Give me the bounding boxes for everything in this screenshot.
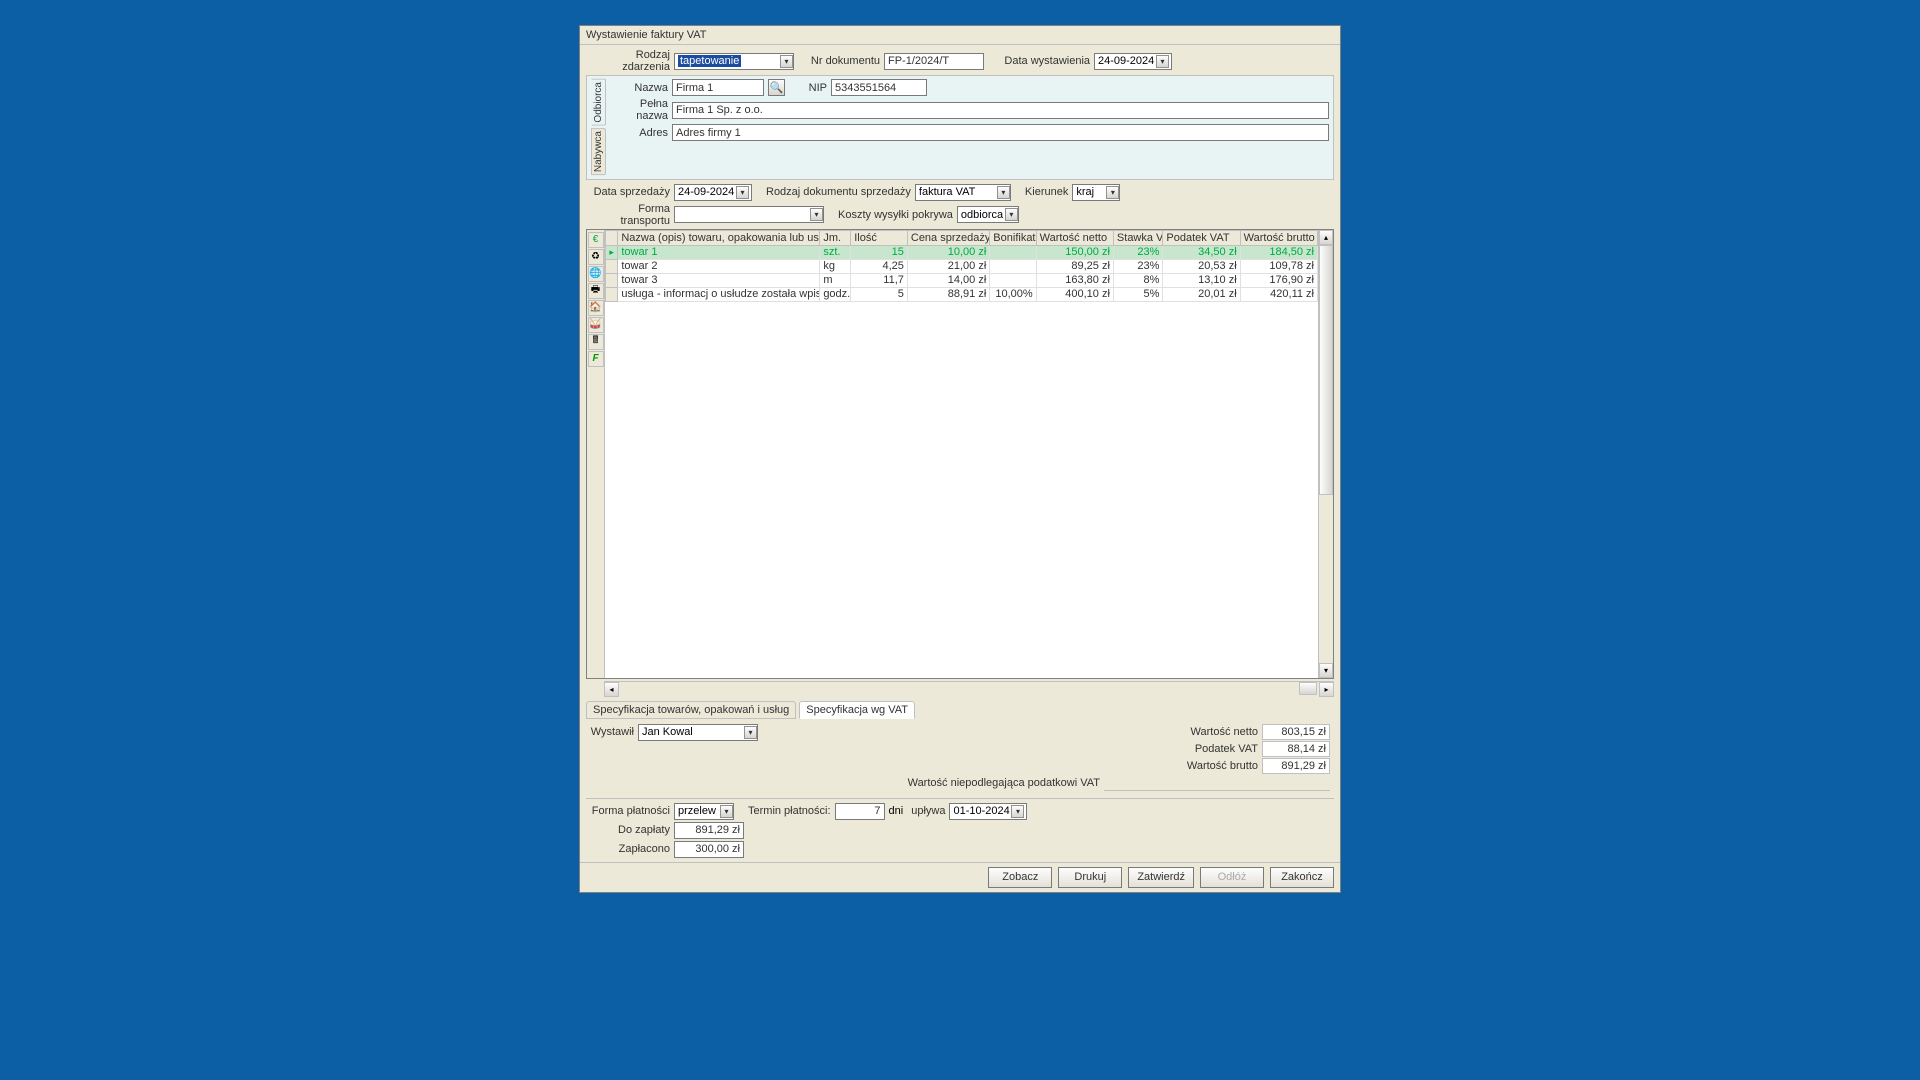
name-label: Nazwa (610, 82, 668, 94)
chevron-down-icon[interactable] (780, 55, 793, 68)
drum-icon[interactable]: 🥁 (588, 317, 604, 333)
issue-date-label: Data wystawienia (988, 55, 1090, 67)
print-icon[interactable]: 🖶 (588, 283, 604, 299)
tab-spec-vat[interactable]: Specyfikacja wg VAT (799, 701, 915, 719)
chevron-down-icon[interactable] (744, 726, 757, 739)
totals-panel: Wystawił Jan Kowal Wartość netto 803,15 z… (586, 721, 1334, 794)
items-grid: € ♻ 🌐 🖶 🏠 🥁 🖩 F Naz (586, 229, 1334, 679)
addr-label: Adres (610, 127, 668, 139)
direction-label: Kierunek (1025, 186, 1068, 198)
payterm-unit: dni (889, 805, 904, 817)
paid-input[interactable] (674, 841, 744, 858)
grid-toolbar: € ♻ 🌐 🖶 🏠 🥁 🖩 F (587, 230, 605, 678)
invoice-window: Wystawienie faktury VAT Rodzaj zdarzenia… (579, 25, 1341, 893)
search-contractor-icon[interactable]: 🔍 (768, 79, 785, 96)
issuer-combo[interactable]: Jan Kowal (638, 724, 758, 741)
nip-label: NIP (797, 82, 827, 94)
table-row[interactable]: towar 2kg4,25 21,00 zł89,25 zł 23%20,53 … (606, 259, 1318, 273)
button-bar: Zobacz Drukuj Zatwierdź Odłóż Zakończ (580, 862, 1340, 892)
currency-icon[interactable]: € (588, 232, 604, 248)
horizontal-scrollbar[interactable]: ◂ ▸ (604, 681, 1334, 696)
table-row[interactable]: usługa - informacj o usłudze została wpi… (606, 287, 1318, 301)
scroll-thumb-h[interactable] (1299, 682, 1317, 695)
chevron-down-icon[interactable] (736, 186, 749, 199)
gross-label: Wartość brutto (1187, 760, 1258, 772)
payform-combo[interactable]: przelew (674, 803, 734, 820)
chevron-down-icon[interactable] (997, 186, 1010, 199)
payterm-label: Termin płatności: (748, 805, 831, 817)
chevron-down-icon[interactable] (810, 208, 823, 221)
payform-label: Forma płatności (586, 805, 670, 817)
tab-odbiorca[interactable]: Odbiorca (591, 79, 606, 126)
chevron-down-icon[interactable] (1011, 805, 1024, 818)
nontax-value (1104, 775, 1330, 791)
payterm-days-input[interactable] (835, 803, 885, 820)
chevron-down-icon[interactable] (1156, 55, 1169, 68)
chevron-down-icon[interactable] (720, 805, 733, 818)
event-type-combo[interactable]: tapetowanie (674, 53, 794, 70)
expires-label: upływa (911, 805, 945, 817)
scroll-right-button[interactable]: ▸ (1319, 682, 1334, 697)
scroll-left-button[interactable]: ◂ (604, 682, 619, 697)
scroll-thumb[interactable] (1319, 245, 1333, 495)
fullname-input[interactable] (672, 102, 1329, 119)
chevron-down-icon[interactable] (1005, 208, 1018, 221)
paid-label: Zapłacono (586, 843, 670, 855)
doc-type-combo[interactable]: faktura VAT (915, 184, 1011, 201)
scroll-down-button[interactable]: ▾ (1319, 663, 1333, 678)
shipping-combo[interactable]: odbiorca (957, 206, 1019, 223)
contractor-panel: Odbiorca Nabywca Nazwa 🔍 NIP Pełna nazwa… (586, 75, 1334, 180)
direction-combo[interactable]: kraj (1072, 184, 1120, 201)
nontax-label: Wartość niepodlegająca podatkowi VAT (908, 777, 1100, 789)
vat-label: Podatek VAT (1195, 743, 1258, 755)
calc-icon[interactable]: 🖩 (588, 334, 604, 350)
net-label: Wartość netto (1191, 726, 1258, 738)
sale-date-input[interactable]: 24-09-2024 (674, 184, 752, 201)
issue-date-input[interactable]: 24-09-2024 (1094, 53, 1172, 70)
postpone-button: Odłóż (1200, 867, 1264, 888)
confirm-button[interactable]: Zatwierdź (1128, 867, 1194, 888)
net-value: 803,15 zł (1262, 724, 1330, 740)
print-button[interactable]: Drukuj (1058, 867, 1122, 888)
items-table[interactable]: Nazwa (opis) towaru, opakowania lub usłu… (605, 230, 1318, 302)
view-button[interactable]: Zobacz (988, 867, 1052, 888)
transport-combo[interactable] (674, 206, 824, 223)
table-row[interactable]: towar 3m11,7 14,00 zł163,80 zł 8%13,10 z… (606, 273, 1318, 287)
fx-icon[interactable]: F (588, 351, 604, 367)
house-icon[interactable]: 🏠 (588, 300, 604, 316)
sale-date-label: Data sprzedaży (586, 186, 670, 198)
doc-no-label: Nr dokumentu (798, 55, 880, 67)
gross-value: 891,29 zł (1262, 758, 1330, 774)
vat-value: 88,14 zł (1262, 741, 1330, 757)
scroll-up-button[interactable]: ▴ (1319, 230, 1333, 245)
window-title: Wystawienie faktury VAT (580, 26, 1340, 45)
topay-label: Do zapłaty (586, 824, 670, 836)
recycle-icon[interactable]: ♻ (588, 249, 604, 265)
shipping-label: Koszty wysyłki pokrywa (838, 209, 953, 221)
addr-input[interactable] (672, 124, 1329, 141)
tab-nabywca[interactable]: Nabywca (591, 128, 606, 175)
doc-no-input[interactable] (884, 53, 984, 70)
globe-icon[interactable]: 🌐 (588, 266, 604, 282)
event-type-label: Rodzaj zdarzenia (586, 49, 670, 73)
issuer-label: Wystawił (590, 726, 634, 738)
chevron-down-icon[interactable] (1106, 186, 1119, 199)
tab-spec-items[interactable]: Specyfikacja towarów, opakowań i usług (586, 701, 796, 719)
close-button[interactable]: Zakończ (1270, 867, 1334, 888)
topay-input[interactable] (674, 822, 744, 839)
name-input[interactable] (672, 79, 764, 96)
vertical-scrollbar[interactable]: ▴ ▾ (1318, 230, 1333, 678)
fullname-label: Pełna nazwa (610, 98, 668, 122)
transport-label: Forma transportu (586, 203, 670, 227)
doc-type-label: Rodzaj dokumentu sprzedaży (766, 186, 911, 198)
table-row[interactable]: ▸ towar 1szt.15 10,00 zł150,00 zł 23%34,… (606, 245, 1318, 259)
expires-input[interactable]: 01-10-2024 (949, 803, 1027, 820)
nip-input[interactable] (831, 79, 927, 96)
